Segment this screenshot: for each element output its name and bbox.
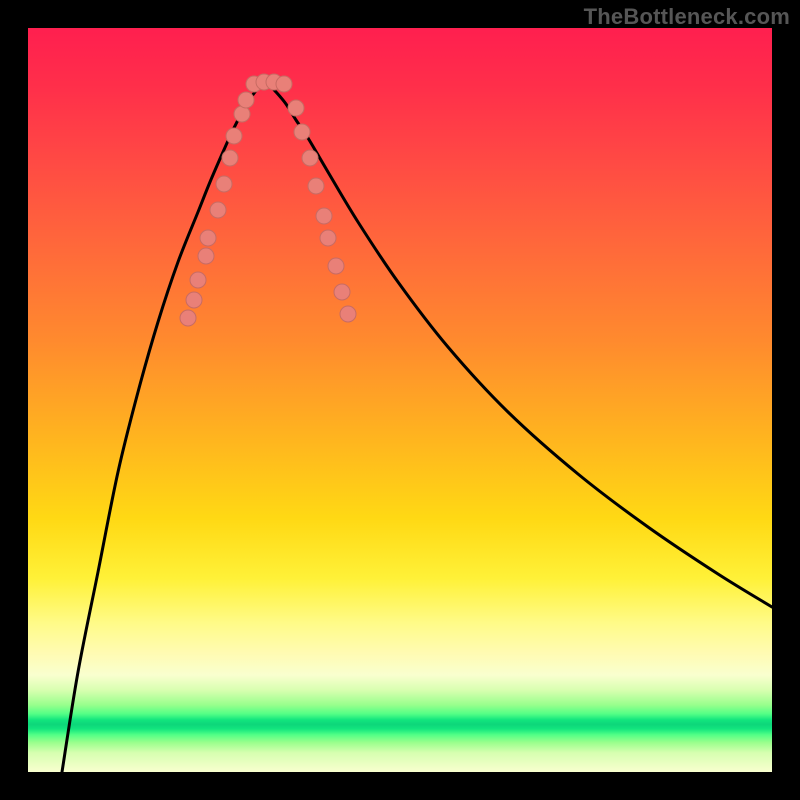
data-point [234,106,250,122]
data-point [186,292,202,308]
data-point-markers [180,74,356,326]
data-point [190,272,206,288]
data-point [316,208,332,224]
curve-svg [28,28,772,772]
chart-stage: TheBottleneck.com [0,0,800,800]
data-point [294,124,310,140]
data-point [320,230,336,246]
data-point [340,306,356,322]
data-point [334,284,350,300]
data-point [238,92,254,108]
data-point [216,176,232,192]
data-point [288,100,304,116]
data-point [210,202,226,218]
data-point [198,248,214,264]
data-point [222,150,238,166]
plot-area [28,28,772,772]
curve-left-path [62,82,264,772]
data-point [200,230,216,246]
data-point [276,76,292,92]
data-point [226,128,242,144]
curve-right-path [264,82,772,607]
data-point [302,150,318,166]
data-point [180,310,196,326]
data-point [328,258,344,274]
data-point [308,178,324,194]
watermark-text: TheBottleneck.com [584,4,790,30]
